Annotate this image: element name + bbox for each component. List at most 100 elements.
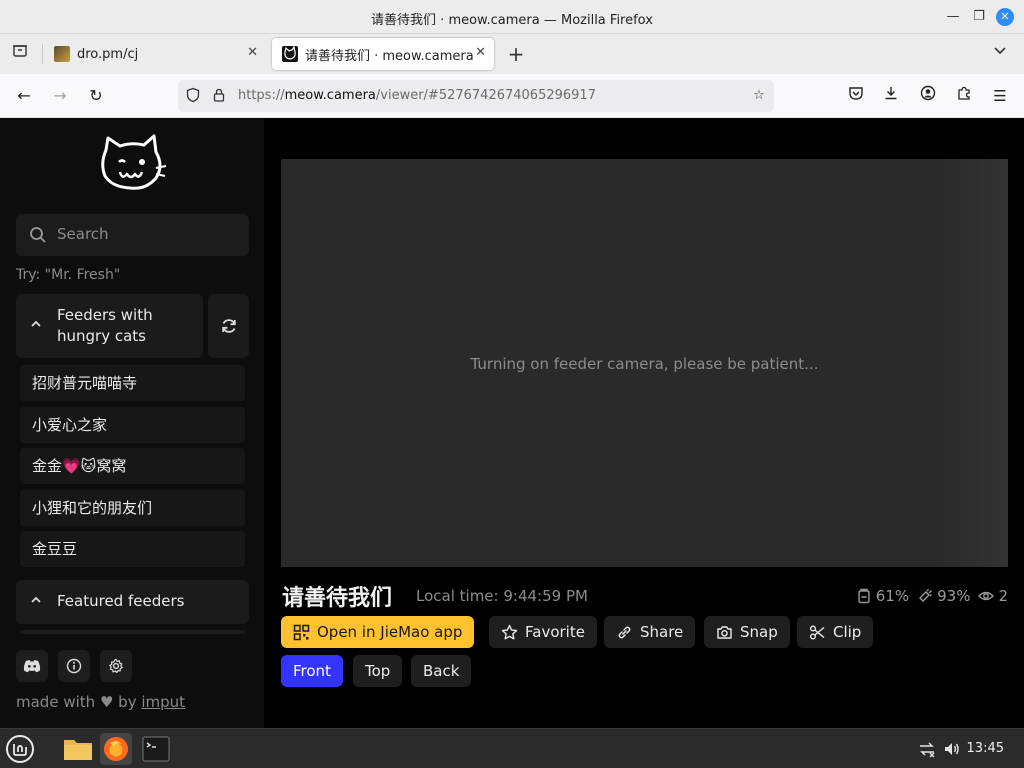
firefox-taskbar-icon[interactable] (100, 733, 132, 765)
window-close-icon[interactable]: ✕ (996, 8, 1014, 26)
maximize-icon[interactable]: ❐ (970, 8, 988, 26)
url-protocol: https:// (238, 88, 285, 103)
footer-credit: made with ♥ by imput (16, 693, 185, 711)
tab-label: dro.pm/cj (77, 46, 139, 62)
share-label: Share (640, 623, 684, 641)
tab-strip: dro.pm/cj ✕ 请善待我们 · meow.camera ✕ + (0, 34, 1024, 74)
account-icon[interactable] (916, 84, 940, 108)
chevron-down-icon[interactable] (990, 42, 1010, 66)
food-level-stat: 61% (856, 587, 909, 605)
camera-icon (717, 625, 732, 639)
food-container-icon (858, 588, 870, 604)
heart-icon: ♥ (99, 693, 114, 711)
camera-viewer[interactable]: Turning on feeder camera, please be pati… (281, 159, 1008, 567)
open-in-app-button[interactable]: Open in JieMao app (281, 616, 475, 648)
hamburger-menu-icon[interactable]: ☰ (988, 84, 1012, 108)
favorite-button[interactable]: Favorite (489, 616, 597, 648)
shield-icon[interactable] (184, 87, 202, 105)
food-level-value: 61% (875, 587, 910, 605)
lock-icon[interactable] (210, 87, 228, 105)
featured-section-label: Featured feeders (57, 592, 185, 610)
feeder-list-item[interactable]: 小爱心之家 (20, 407, 245, 443)
meow-camera-logo-icon[interactable] (98, 132, 168, 196)
window-titlebar: 请善待我们 · meow.camera — Mozilla Firefox — … (0, 0, 1024, 34)
feeder-list-item[interactable]: 金豆豆 (20, 531, 245, 567)
battery-stat: 93% (917, 587, 970, 605)
taskbar-clock[interactable]: 13:45 (967, 741, 1004, 756)
url-host: meow.camera (284, 88, 376, 103)
url-bar[interactable]: https://meow.camera/viewer/#527674267406… (178, 80, 774, 112)
qr-code-icon (293, 624, 310, 640)
made-with-text: made with (16, 693, 96, 711)
hungry-section-line1: Feeders with (57, 306, 153, 324)
downloads-icon[interactable] (879, 84, 903, 108)
favorite-label: Favorite (525, 623, 585, 641)
search-hint: Try: "Mr. Fresh" (16, 267, 121, 283)
url-path: /viewer/#5276742674065296917 (375, 88, 596, 103)
share-button[interactable]: Share (604, 616, 696, 648)
network-icon[interactable] (918, 740, 936, 762)
back-arrow-icon[interactable]: ← (12, 84, 36, 108)
clip-button[interactable]: Clip (797, 616, 874, 648)
sidebar: Search Try: "Mr. Fresh" Feeders with hun… (0, 118, 264, 728)
camera-back-button[interactable]: Back (411, 655, 472, 687)
scissors-icon (810, 625, 825, 639)
snap-button[interactable]: Snap (704, 616, 790, 648)
start-menu-icon[interactable] (4, 733, 36, 765)
file-manager-icon[interactable] (62, 733, 94, 765)
featured-list-peek (20, 630, 245, 634)
link-icon (618, 626, 631, 638)
tab-list-icon[interactable] (8, 42, 32, 66)
camera-front-button[interactable]: Front (281, 655, 343, 687)
extensions-icon[interactable] (952, 84, 976, 108)
system-taskbar: 13:45 (0, 728, 1024, 768)
meow-favicon-icon (282, 45, 298, 62)
tab-dro-pm[interactable]: dro.pm/cj ✕ (44, 38, 266, 70)
feeder-stats: 61% 93% 2 (856, 587, 1008, 605)
hungry-cats-section-toggle[interactable]: Feeders with hungry cats (16, 294, 203, 358)
by-text: by (118, 693, 137, 711)
search-icon (30, 227, 46, 243)
battery-icon (919, 589, 933, 602)
chevron-up-icon (30, 318, 42, 333)
camera-top-button[interactable]: Top (353, 655, 403, 687)
battery-value: 93% (937, 587, 971, 605)
info-icon[interactable] (58, 650, 90, 682)
window-title: 请善待我们 · meow.camera — Mozilla Firefox (371, 13, 653, 28)
tab-separator (42, 44, 43, 64)
hungry-section-line2: hungry cats (57, 327, 146, 345)
bookmark-star-icon[interactable]: ☆ (750, 87, 768, 105)
minimize-icon[interactable]: — (944, 8, 962, 26)
dro-favicon-icon (54, 46, 70, 62)
forward-arrow-icon[interactable]: → (48, 84, 72, 108)
page-content: Search Try: "Mr. Fresh" Feeders with hun… (0, 118, 1024, 728)
feeder-list-item[interactable]: 小狸和它的朋友们 (20, 490, 245, 526)
url-text: https://meow.camera/viewer/#527674267406… (238, 88, 596, 103)
search-placeholder: Search (57, 225, 109, 243)
snap-label: Snap (740, 623, 778, 641)
viewers-count: 2 (998, 587, 1008, 605)
feeder-list-item[interactable]: 招财普元喵喵寺 (20, 365, 245, 401)
refresh-button[interactable] (208, 294, 249, 358)
discord-icon[interactable] (16, 650, 48, 682)
settings-gear-icon[interactable] (100, 650, 132, 682)
clip-label: Clip (833, 623, 862, 641)
tab-close-icon[interactable]: ✕ (475, 45, 486, 60)
star-icon (501, 624, 518, 639)
terminal-icon[interactable] (140, 733, 172, 765)
pocket-icon[interactable] (844, 84, 868, 108)
camera-status-text: Turning on feeder camera, please be pati… (470, 355, 819, 373)
eye-icon (978, 591, 995, 601)
reload-icon[interactable]: ↻ (84, 84, 108, 108)
open-in-app-label: Open in JieMao app (317, 623, 463, 641)
search-input[interactable]: Search (16, 214, 249, 256)
featured-feeders-section-toggle[interactable]: Featured feeders (16, 580, 249, 624)
new-tab-icon[interactable]: + (504, 42, 528, 66)
imput-link[interactable]: imput (141, 693, 185, 711)
chevron-up-icon (30, 594, 42, 609)
tab-close-icon[interactable]: ✕ (247, 45, 258, 60)
tab-meow-camera[interactable]: 请善待我们 · meow.camera ✕ (272, 38, 494, 70)
volume-icon[interactable] (943, 740, 961, 762)
feeder-list-item[interactable]: 金金💗🐱窝窝 (20, 448, 245, 484)
tab-label: 请善待我们 · meow.camera (305, 48, 474, 64)
